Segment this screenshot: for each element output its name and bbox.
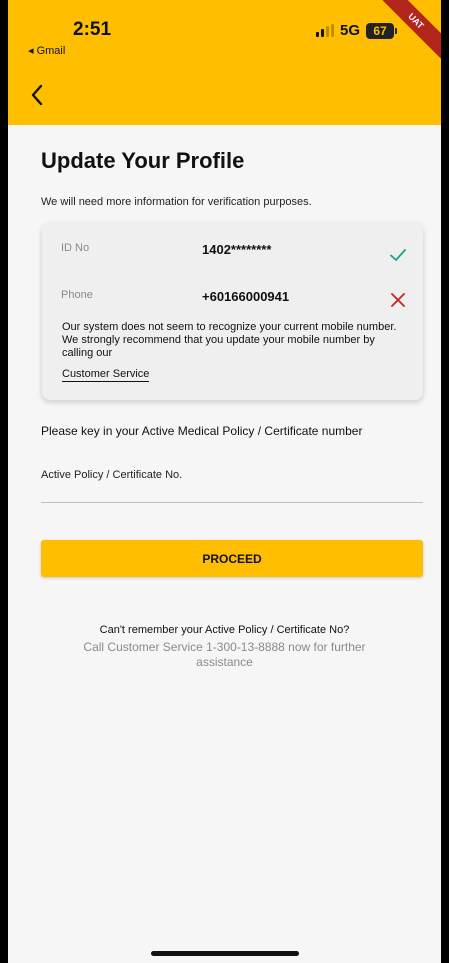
help-call-info: Call Customer Service 1-300-13-8888 now …	[83, 640, 366, 669]
back-to-app-link[interactable]: ◂ Gmail	[28, 44, 65, 57]
back-button[interactable]	[22, 80, 52, 110]
phone-warning-message: Our system does not seem to recognize yo…	[62, 321, 397, 359]
network-type: 5G	[339, 22, 360, 39]
page-title: Update Your Profile	[41, 148, 245, 173]
id-value: 1402********	[202, 242, 272, 257]
verification-card: ID No 1402******** Phone +60166000941 Ou…	[42, 223, 423, 400]
id-label: ID No	[61, 242, 90, 254]
battery-icon: 67	[366, 22, 394, 39]
cross-icon	[391, 293, 405, 307]
policy-number-input[interactable]	[41, 483, 423, 503]
chevron-left-icon	[31, 84, 43, 106]
phone-label: Phone	[61, 289, 93, 301]
status-indicators: 5G 67	[315, 22, 397, 39]
status-time: 2:51	[73, 19, 112, 40]
help-question: Can't remember your Active Policy / Cert…	[99, 624, 350, 636]
app-header: 2:51 ◂ Gmail 5G 67 UAT	[8, 0, 441, 125]
signal-icon	[315, 24, 334, 37]
page-subtitle: We will need more information for verifi…	[41, 196, 312, 208]
phone-value: +60166000941	[202, 289, 290, 304]
battery-tip	[395, 27, 397, 34]
check-icon	[390, 249, 406, 261]
policy-field-label: Active Policy / Certificate No.	[41, 469, 183, 481]
customer-service-link[interactable]: Customer Service	[62, 368, 150, 382]
proceed-button[interactable]: PROCEED	[41, 540, 423, 577]
policy-prompt: Please key in your Active Medical Policy…	[41, 424, 363, 438]
home-indicator	[151, 951, 299, 956]
app-screen: 2:51 ◂ Gmail 5G 67 UAT Update Your Profi…	[8, 0, 441, 963]
